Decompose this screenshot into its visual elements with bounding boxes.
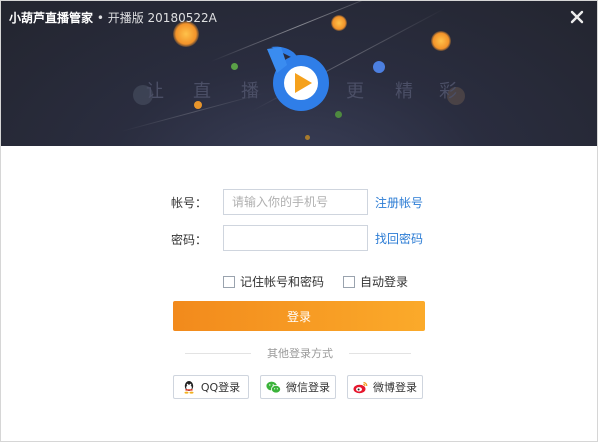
bokeh-light bbox=[373, 61, 385, 73]
password-label: 密码： bbox=[171, 233, 208, 247]
app-version: • 开播版 20180522A bbox=[93, 11, 217, 25]
slogan-char: 直 bbox=[193, 81, 211, 102]
wechat-login-label: 微信登录 bbox=[286, 381, 330, 394]
remember-checkbox[interactable]: 记住帐号和密码 bbox=[223, 273, 324, 290]
password-input[interactable] bbox=[223, 225, 368, 251]
login-button[interactable]: 登录 bbox=[173, 301, 425, 331]
slogan-char: 更 bbox=[346, 81, 364, 102]
qq-login-label: QQ登录 bbox=[200, 381, 241, 394]
weibo-icon bbox=[353, 381, 368, 394]
wechat-login-button[interactable]: 微信登录 bbox=[260, 375, 336, 399]
slogan-char: 让 bbox=[146, 81, 164, 102]
checkbox-box[interactable] bbox=[343, 275, 355, 288]
recover-password-link[interactable]: 找回密码 bbox=[375, 230, 423, 247]
checkbox-box[interactable] bbox=[223, 275, 235, 288]
qq-login-button[interactable]: QQ登录 bbox=[173, 375, 249, 399]
login-window: 小葫芦直播管家 • 开播版 20180522A 让 直 播 更 精 彩 帐号： … bbox=[0, 0, 598, 442]
wechat-icon bbox=[266, 381, 281, 394]
slogan-char: 彩 bbox=[439, 81, 457, 102]
auto-login-checkbox[interactable]: 自动登录 bbox=[343, 273, 408, 290]
weibo-login-label: 微博登录 bbox=[373, 381, 417, 394]
remember-label: 记住帐号和密码 bbox=[240, 275, 325, 289]
slogan-char: 精 bbox=[395, 81, 413, 102]
bokeh-light bbox=[305, 135, 310, 140]
bokeh-light bbox=[331, 15, 347, 31]
bokeh-light bbox=[231, 63, 238, 70]
close-button[interactable] bbox=[567, 7, 587, 27]
app-name: 小葫芦直播管家 bbox=[9, 11, 94, 25]
other-login-label: 其他登录方式 bbox=[251, 345, 349, 361]
qq-icon bbox=[182, 380, 196, 394]
close-icon bbox=[570, 10, 584, 24]
account-input[interactable] bbox=[223, 189, 368, 215]
slogan-char: 播 bbox=[241, 81, 259, 102]
account-label: 帐号： bbox=[171, 196, 208, 210]
auto-login-label: 自动登录 bbox=[360, 275, 409, 289]
app-logo-icon bbox=[267, 46, 329, 111]
register-link[interactable]: 注册帐号 bbox=[375, 194, 423, 211]
bokeh-light bbox=[335, 111, 342, 118]
window-title: 小葫芦直播管家 • 开播版 20180522A bbox=[9, 9, 217, 26]
weibo-login-button[interactable]: 微博登录 bbox=[347, 375, 423, 399]
bokeh-light bbox=[431, 31, 451, 51]
header-banner: 小葫芦直播管家 • 开播版 20180522A 让 直 播 更 精 彩 bbox=[1, 1, 597, 146]
